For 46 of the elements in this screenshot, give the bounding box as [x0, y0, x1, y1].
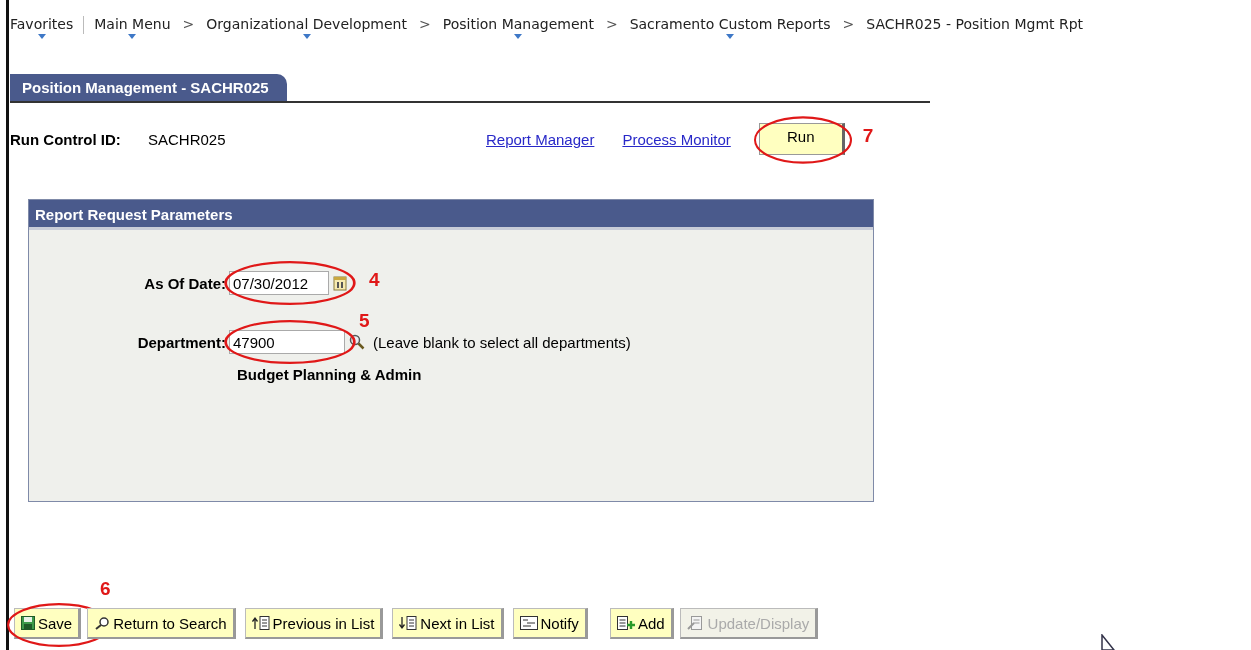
- dropdown-icon[interactable]: [37, 34, 46, 39]
- input-field[interactable]: 47900: [229, 330, 345, 354]
- breadcrumb-separator: >: [181, 15, 196, 32]
- breadcrumb-separator: >: [417, 15, 432, 32]
- toolbar-button[interactable]: Next in List: [392, 608, 504, 639]
- breadcrumb-link[interactable]: Sacramento Custom Reports: [629, 6, 831, 42]
- field-hint: (Leave blank to select all departments): [373, 333, 631, 351]
- toolbar-button[interactable]: Add: [609, 608, 674, 639]
- field-label: Department:: [136, 333, 227, 351]
- field-value: SACHR025: [148, 130, 227, 148]
- breadcrumb-link[interactable]: Main Menu: [94, 6, 171, 42]
- toolbar-button[interactable]: Previous in List: [244, 608, 384, 639]
- breadcrumb-link[interactable]: Position Management: [442, 6, 594, 42]
- callout-number: 5: [359, 310, 370, 332]
- search-icon: [94, 616, 111, 630]
- breadcrumb-link[interactable]: Favorites: [10, 6, 74, 42]
- input-field[interactable]: 07/30/2012: [229, 271, 329, 295]
- callout-number: 7: [862, 125, 874, 147]
- department-description: Budget Planning & Admin: [237, 366, 423, 383]
- field-label: Run Control ID:: [10, 130, 122, 148]
- dropdown-icon[interactable]: [302, 34, 311, 39]
- breadcrumb-separator: >: [841, 15, 856, 32]
- dropdown-icon[interactable]: [726, 34, 735, 39]
- callout-number: 4: [369, 269, 380, 291]
- dropdown-icon[interactable]: [128, 34, 137, 39]
- link[interactable]: Report Manager: [486, 130, 595, 148]
- edit-list-icon: [686, 616, 705, 630]
- search-icon[interactable]: [349, 334, 365, 350]
- calendar-icon[interactable]: [333, 275, 347, 291]
- toolbar-button[interactable]: Notify: [512, 608, 588, 639]
- run-button[interactable]: Run: [758, 123, 845, 155]
- callout-number: 6: [100, 578, 111, 600]
- arrow-up-list-icon: [251, 616, 270, 630]
- breadcrumb-link[interactable]: Organizational Development: [206, 6, 407, 42]
- breadcrumb-separator: >: [604, 15, 619, 32]
- breadcrumb-link[interactable]: SACHR025 - Position Mgmt Rpt: [866, 6, 1084, 42]
- group-title: Report Request Parameters: [29, 200, 873, 230]
- add-list-icon: [616, 616, 635, 630]
- toolbar-button[interactable]: Return to Search: [87, 608, 236, 639]
- note-icon: [519, 616, 538, 630]
- link[interactable]: Process Monitor: [622, 130, 731, 148]
- page-tab[interactable]: Position Management - SACHR025: [10, 74, 287, 101]
- dropdown-icon[interactable]: [514, 34, 523, 39]
- toolbar-button[interactable]: Save: [14, 608, 82, 639]
- arrow-down-list-icon: [399, 616, 418, 630]
- field-label: As Of Date:: [143, 274, 227, 292]
